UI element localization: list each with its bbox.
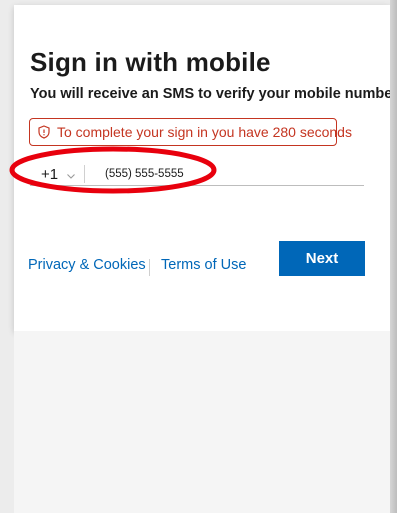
country-code-value: +1 — [41, 166, 59, 183]
shield-icon — [37, 125, 51, 139]
page-title: Sign in with mobile — [30, 47, 271, 77]
timer-alert: To complete your sign in you have 280 se… — [29, 118, 352, 146]
terms-link[interactable]: Terms of Use — [161, 257, 246, 273]
country-code-select[interactable]: +1 — [30, 163, 78, 185]
lower-panel — [14, 331, 390, 513]
page-subtitle: You will receive an SMS to verify your m… — [30, 86, 397, 102]
chevron-down-icon — [66, 168, 76, 179]
stage: Sign in with mobile You will receive an … — [0, 0, 397, 513]
phone-number-input[interactable] — [90, 164, 375, 184]
phone-row: +1 — [30, 163, 375, 186]
window-edge — [390, 0, 397, 513]
privacy-link[interactable]: Privacy & Cookies — [28, 257, 146, 273]
select-divider — [84, 165, 85, 183]
next-button[interactable]: Next — [279, 241, 365, 276]
signin-card: Sign in with mobile You will receive an … — [14, 5, 397, 331]
alert-text: To complete your sign in you have 280 se… — [57, 124, 352, 140]
footer-divider — [149, 259, 150, 276]
